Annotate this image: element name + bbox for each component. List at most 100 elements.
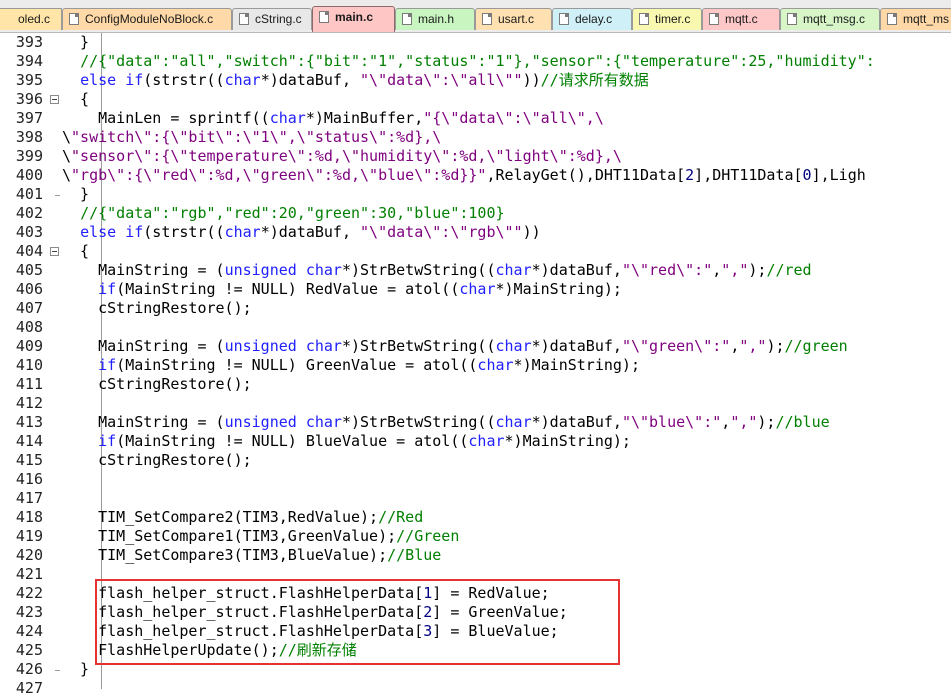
code-line[interactable]: 415 cStringRestore(); [0, 451, 951, 470]
tab-mqtt-ms[interactable]: mqtt_ms [880, 8, 951, 30]
line-number: 417 [15, 489, 43, 507]
code-text: TIM_SetCompare3(TIM3,BlueValue);//Blue [62, 546, 442, 564]
tab-label: main.h [418, 12, 455, 26]
line-number: 420 [15, 546, 43, 564]
code-text: cStringRestore(); [62, 375, 252, 393]
tab-delay-c[interactable]: delay.c [552, 8, 632, 30]
code-line[interactable]: 420 TIM_SetCompare3(TIM3,BlueValue);//Bl… [0, 546, 951, 565]
code-line[interactable]: 397 MainLen = sprintf((char*)MainBuffer,… [0, 109, 951, 128]
code-text: TIM_SetCompare1(TIM3,GreenValue);//Green [62, 527, 460, 545]
file-icon [402, 13, 412, 25]
code-line[interactable]: 398 \"switch\":{\"bit\":\"1\",\"status\":… [0, 128, 951, 147]
line-number: 407 [15, 299, 43, 317]
code-text: MainLen = sprintf((char*)MainBuffer,"{\"… [62, 109, 604, 127]
tab-oled-c[interactable]: oled.c [0, 8, 62, 30]
tab-label: delay.c [575, 12, 613, 26]
code-line[interactable]: 399 \"sensor\":{\"temperature\":%d,\"humi… [0, 147, 951, 166]
line-number: 421 [15, 565, 43, 583]
code-text: TIM_SetCompare2(TIM3,RedValue);//Red [62, 508, 424, 526]
file-icon [69, 13, 79, 25]
tab-main-h[interactable]: main.h [395, 8, 475, 30]
code-line[interactable]: 411 cStringRestore(); [0, 375, 951, 394]
tab-label: mqtt.c [725, 12, 758, 26]
code-line[interactable]: 414 if(MainString != NULL) BlueValue = a… [0, 432, 951, 451]
code-text: cStringRestore(); [62, 451, 252, 469]
code-line[interactable]: 416 [0, 470, 951, 489]
line-number: 423 [15, 603, 43, 621]
code-line[interactable]: 395 else if(strstr((char*)dataBuf, "\"da… [0, 71, 951, 90]
line-number: 403 [15, 223, 43, 241]
code-line[interactable]: 413 MainString = (unsigned char*)StrBetw… [0, 413, 951, 432]
line-number: 426 [15, 660, 43, 678]
line-number: 401 [15, 185, 43, 203]
code-text: cStringRestore(); [62, 299, 252, 317]
line-number: 393 [15, 33, 43, 51]
line-number: 410 [15, 356, 43, 374]
line-number: 422 [15, 584, 43, 602]
tab-label: mqtt_msg.c [803, 12, 866, 26]
code-line[interactable]: 396 { [0, 90, 951, 109]
tab-label: main.c [335, 10, 374, 24]
line-number: 424 [15, 622, 43, 640]
file-icon [887, 13, 897, 25]
line-number: 395 [15, 71, 43, 89]
line-number: 396 [15, 90, 43, 108]
line-number: 398 [15, 128, 43, 146]
file-icon [639, 13, 649, 25]
tab-timer-c[interactable]: timer.c [632, 8, 702, 30]
tab-label: oled.c [18, 12, 51, 26]
code-line[interactable]: 417 [0, 489, 951, 508]
code-line[interactable]: 403 else if(strstr((char*)dataBuf, "\"da… [0, 223, 951, 242]
line-number: 399 [15, 147, 43, 165]
file-icon [239, 13, 249, 25]
line-number: 404 [15, 242, 43, 260]
tab-mqtt-msg-c[interactable]: mqtt_msg.c [780, 8, 880, 30]
file-icon [787, 13, 797, 25]
line-number: 418 [15, 508, 43, 526]
line-number: 414 [15, 432, 43, 450]
line-number: 412 [15, 394, 43, 412]
tab-usart-c[interactable]: usart.c [475, 8, 552, 30]
code-line[interactable]: 405 MainString = (unsigned char*)StrBetw… [0, 261, 951, 280]
line-number: 413 [15, 413, 43, 431]
file-tab-bar: oled.c ConfigModuleNoBlock.c cString.c main… [0, 0, 951, 33]
code-text: MainString = (unsigned char*)StrBetwStri… [62, 261, 812, 279]
code-line[interactable]: 412 [0, 394, 951, 413]
line-number: 411 [15, 375, 43, 393]
tab-configmodulenoblock-c[interactable]: ConfigModuleNoBlock.c [62, 8, 232, 30]
tab-mqtt-c[interactable]: mqtt.c [702, 8, 780, 30]
code-line[interactable]: 418 TIM_SetCompare2(TIM3,RedValue);//Red [0, 508, 951, 527]
code-line[interactable]: 407 cStringRestore(); [0, 299, 951, 318]
code-line[interactable]: 404 { [0, 242, 951, 261]
code-line[interactable]: 401 } [0, 185, 951, 204]
code-line[interactable]: 406 if(MainString != NULL) RedValue = at… [0, 280, 951, 299]
tab-label: usart.c [498, 12, 535, 26]
code-line[interactable]: 408 [0, 318, 951, 337]
tab-label: ConfigModuleNoBlock.c [85, 12, 214, 26]
code-text: if(MainString != NULL) RedValue = atol((… [98, 280, 622, 298]
code-line[interactable]: 410 if(MainString != NULL) GreenValue = … [0, 356, 951, 375]
code-text: else if(strstr((char*)dataBuf, "\"data\"… [80, 223, 541, 241]
red-highlight-box [95, 579, 620, 665]
line-number: 425 [15, 641, 43, 659]
tab-cstring-c[interactable]: cString.c [232, 8, 312, 30]
code-line[interactable]: 393 } [0, 33, 951, 52]
code-text: \"sensor\":{\"temperature\":%d,\"humidit… [62, 147, 622, 165]
code-line[interactable]: 400 \"rgb\":{\"red\":%d,\"green\":%d,\"bl… [0, 166, 951, 185]
line-number: 394 [15, 52, 43, 70]
line-number: 397 [15, 109, 43, 127]
code-text: if(MainString != NULL) GreenValue = atol… [98, 356, 640, 374]
code-line[interactable]: 402 //{"data":"rgb","red":20,"green":30,… [0, 204, 951, 223]
tab-label: mqtt_ms [903, 12, 950, 26]
code-line[interactable]: 409 MainString = (unsigned char*)StrBetw… [0, 337, 951, 356]
tab-main-c[interactable]: main.c [312, 6, 395, 32]
code-line[interactable]: 419 TIM_SetCompare1(TIM3,GreenValue);//G… [0, 527, 951, 546]
code-text: MainString = (unsigned char*)StrBetwStri… [62, 413, 830, 431]
line-number: 400 [15, 166, 43, 184]
code-text: MainString = (unsigned char*)StrBetwStri… [62, 337, 848, 355]
code-editor[interactable]: 393 } 394 //{"data":"all","switch":{"bit"… [0, 33, 951, 697]
line-number: 405 [15, 261, 43, 279]
code-line[interactable]: 394 //{"data":"all","switch":{"bit":"1",… [0, 52, 951, 71]
tab-label: cString.c [255, 12, 302, 26]
code-text: \"rgb\":{\"red\":%d,\"green\":%d,\"blue\… [62, 166, 866, 184]
